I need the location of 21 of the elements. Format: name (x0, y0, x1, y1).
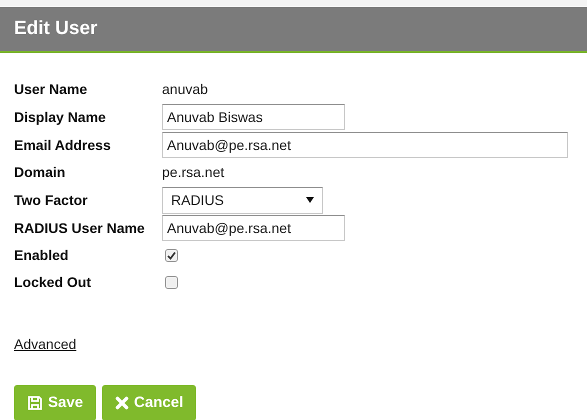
advanced-link[interactable]: Advanced (14, 336, 76, 352)
field-label: Display Name (14, 108, 107, 127)
field-label: RADIUS User Name (14, 218, 146, 238)
dropdown[interactable]: RADIUS (162, 186, 323, 214)
checkbox[interactable] (165, 276, 178, 289)
page-title: Edit User (14, 16, 98, 41)
close-icon (115, 396, 130, 410)
field-label: Enabled (14, 246, 70, 265)
checkmark-icon (167, 251, 176, 260)
field-label: Email Address (14, 136, 112, 154)
field-label: Domain (14, 163, 66, 182)
dropdown-arrow-icon (306, 197, 314, 203)
field-value: anuvab (162, 80, 208, 99)
field-label: Two Factor (14, 190, 89, 210)
text-field[interactable]: Anuvab Biswas (162, 104, 345, 130)
field-value: pe.rsa.net (162, 163, 224, 182)
checkbox[interactable] (165, 249, 178, 262)
field-label: User Name (14, 80, 88, 99)
field-label: Locked Out (14, 273, 92, 292)
text-field[interactable]: Anuvab@pe.rsa.net (162, 215, 345, 241)
text-field[interactable]: Anuvab@pe.rsa.net (162, 132, 568, 158)
